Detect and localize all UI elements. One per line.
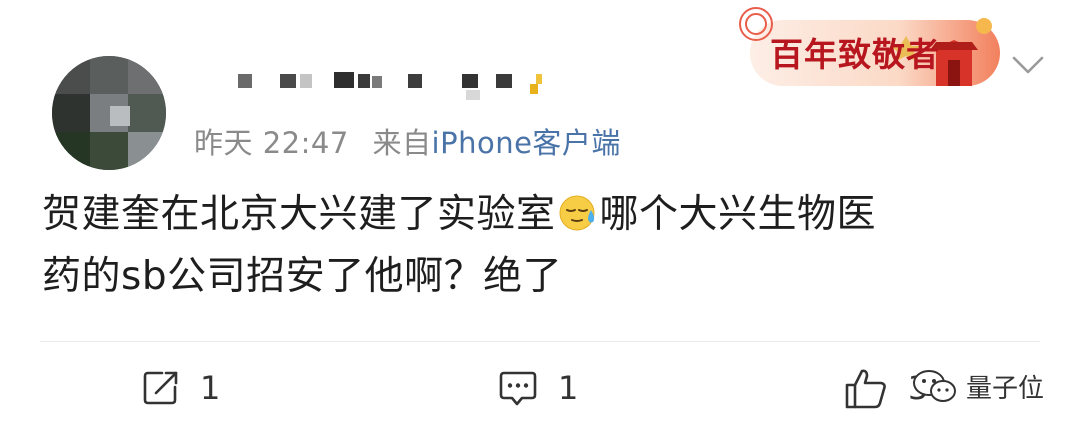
wechat-icon (913, 370, 956, 402)
post-source-link[interactable]: iPhone客户端 (432, 126, 621, 160)
divider (40, 341, 1040, 342)
watermark-text: 量子位 (966, 373, 1045, 404)
username-obscured[interactable] (238, 70, 558, 100)
thumbs-up-icon (845, 369, 886, 409)
source-prefix: 来自 (372, 126, 432, 160)
watermark: 量子位 (912, 366, 1044, 406)
repost-button[interactable]: 1 (142, 366, 220, 410)
comment-count: 1 (558, 369, 579, 407)
post-text-line2: 药的sb公司招安了他啊？绝了 (42, 254, 563, 299)
comment-icon (499, 371, 537, 406)
comment-button[interactable]: 1 (498, 366, 578, 410)
sweat-emoji-icon (558, 189, 598, 231)
post-text-line1-after: 哪个大兴生物医 (599, 192, 877, 237)
post-content: 贺建奎在北京大兴建了实验室 哪个大兴生物医 药的sb公司招安了他啊？绝了 (42, 184, 1032, 308)
user-avatar[interactable] (52, 56, 166, 170)
badge-label: 百年致敬者 (770, 35, 940, 74)
post-meta: 昨天 22:47 来自iPhone客户端 (194, 120, 621, 162)
post-timestamp: 昨天 22:47 (194, 126, 349, 160)
repost-count: 1 (200, 369, 221, 407)
post-text-line1: 贺建奎在北京大兴建了实验室 (42, 192, 556, 237)
repost-icon (143, 371, 178, 405)
chevron-down-icon[interactable] (1008, 50, 1048, 80)
